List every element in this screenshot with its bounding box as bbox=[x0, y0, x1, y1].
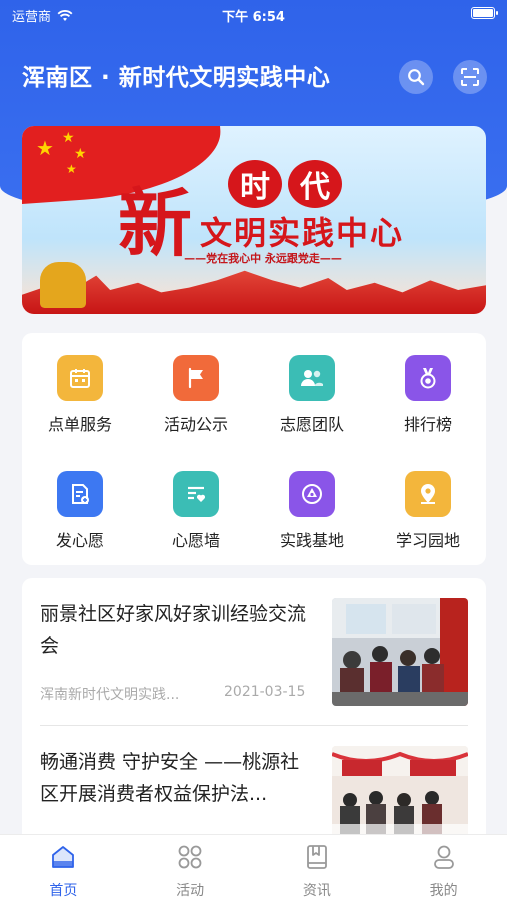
book-icon bbox=[306, 845, 327, 869]
location-icon bbox=[405, 471, 451, 517]
news-item[interactable]: 丽景社区好家风好家训经验交流会 浑南新时代文明实践... 2021-03-15 bbox=[40, 598, 468, 706]
user-icon bbox=[433, 845, 454, 869]
tab-news[interactable]: 资讯 bbox=[254, 835, 381, 900]
search-icon bbox=[408, 69, 425, 86]
scan-icon bbox=[461, 68, 479, 86]
news-date: 2021-03-15 bbox=[224, 684, 306, 700]
home-icon bbox=[52, 846, 75, 868]
search-button[interactable] bbox=[399, 60, 433, 94]
grid-label: 排行榜 bbox=[403, 415, 452, 434]
grid-label: 点单服务 bbox=[47, 415, 112, 434]
news-title: 丽景社区好家风好家训经验交流会 bbox=[40, 603, 307, 657]
people-icon bbox=[289, 355, 335, 401]
status-bar: 运营商 下午 6:54 bbox=[0, 0, 507, 30]
grid-item-activity-notice[interactable]: 活动公示 bbox=[138, 333, 254, 434]
banner-shidai: 时 代 bbox=[228, 160, 342, 208]
tab-activity[interactable]: 活动 bbox=[127, 835, 254, 900]
tab-label: 资讯 bbox=[302, 883, 331, 899]
heart-list-icon bbox=[173, 471, 219, 517]
scan-button[interactable] bbox=[453, 60, 487, 94]
tab-label: 首页 bbox=[49, 883, 78, 899]
star-icon: ★ bbox=[62, 130, 75, 146]
grid-label: 学习园地 bbox=[395, 531, 460, 550]
tab-profile[interactable]: 我的 bbox=[380, 835, 507, 900]
clock: 下午 6:54 bbox=[222, 10, 285, 25]
banner-shi: 时 bbox=[228, 160, 282, 208]
tab-label: 我的 bbox=[429, 883, 458, 899]
tab-label: 活动 bbox=[176, 883, 205, 899]
grid-icon bbox=[178, 845, 202, 869]
base-icon bbox=[289, 471, 335, 517]
tab-home[interactable]: 首页 bbox=[0, 835, 127, 900]
news-list: 丽景社区好家风好家训经验交流会 浑南新时代文明实践... 2021-03-15 … bbox=[22, 578, 486, 878]
grid-label: 实践基地 bbox=[279, 531, 344, 550]
title-bar: 浑南区 · 新时代文明实践中心 bbox=[22, 58, 492, 98]
service-grid: 点单服务 活动公示 志愿团队 排行榜 发心愿 心愿墙 实践基地 学习园地 bbox=[22, 333, 486, 565]
news-title: 畅通消费 守护安全 ——桃源社区开展消费者权益保护法... bbox=[40, 751, 300, 805]
grid-label: 志愿团队 bbox=[279, 415, 344, 434]
star-icon: ★ bbox=[66, 162, 77, 176]
flag-icon bbox=[173, 355, 219, 401]
news-thumbnail bbox=[332, 746, 468, 836]
calendar-icon bbox=[57, 355, 103, 401]
news-source: 浑南新时代文明实践... bbox=[40, 687, 180, 703]
grid-item-volunteer-team[interactable]: 志愿团队 bbox=[254, 333, 370, 434]
grid-item-order-service[interactable]: 点单服务 bbox=[22, 333, 138, 434]
grid-label: 活动公示 bbox=[163, 415, 228, 434]
news-divider bbox=[40, 725, 468, 726]
grid-item-practice-base[interactable]: 实践基地 bbox=[254, 449, 370, 550]
grid-item-make-wish[interactable]: 发心愿 bbox=[22, 449, 138, 550]
battery-icon bbox=[471, 7, 498, 19]
banner[interactable]: ★ ★ ★ ★ 新 时 代 文明实践中心 ——党在我心中 永远跟党走—— bbox=[22, 126, 486, 314]
banner-sub-slogan: ——党在我心中 永远跟党走—— bbox=[184, 252, 342, 265]
bottom-tab-bar: 首页 活动 资讯 我的 bbox=[0, 834, 507, 900]
medal-icon bbox=[405, 355, 451, 401]
banner-main-title: 文明实践中心 bbox=[200, 214, 405, 252]
banner-city-skyline bbox=[22, 270, 486, 314]
grid-item-study-garden[interactable]: 学习园地 bbox=[370, 449, 486, 550]
grid-item-wish-wall[interactable]: 心愿墙 bbox=[138, 449, 254, 550]
star-icon: ★ bbox=[74, 146, 87, 162]
grid-label: 心愿墙 bbox=[171, 531, 220, 550]
banner-lion-statue bbox=[40, 262, 86, 308]
grid-item-leaderboard[interactable]: 排行榜 bbox=[370, 333, 486, 434]
star-icon: ★ bbox=[36, 136, 54, 160]
grid-label: 发心愿 bbox=[55, 531, 104, 550]
document-add-icon bbox=[57, 471, 103, 517]
news-thumbnail bbox=[332, 598, 468, 706]
banner-dai: 代 bbox=[288, 160, 342, 208]
